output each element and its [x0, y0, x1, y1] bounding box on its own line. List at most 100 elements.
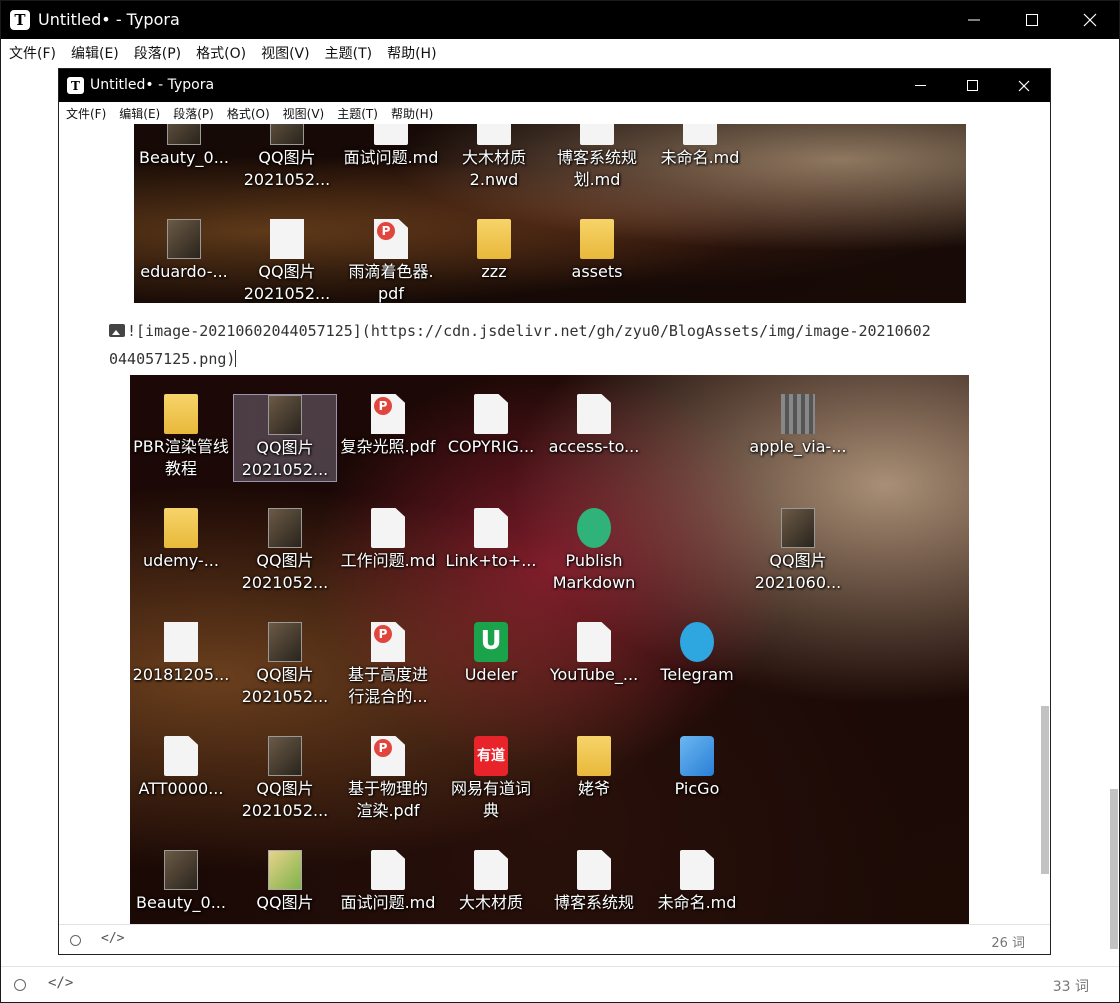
inner-maximize-button[interactable] [946, 69, 998, 102]
menu-edit[interactable]: 编辑(E) [71, 43, 119, 63]
file-icon [371, 508, 405, 548]
desktop-icon-label: zzz [481, 262, 507, 281]
word-count[interactable]: 33 词 [1053, 976, 1089, 996]
outer-menu-bar: 文件(F) 编辑(E) 段落(P) 格式(O) 视图(V) 主题(T) 帮助(H… [1, 39, 1119, 67]
close-button[interactable] [1061, 1, 1119, 39]
file-icon [577, 850, 611, 890]
source-mode-toggle[interactable]: </> [48, 975, 73, 991]
image-file-icon [781, 508, 815, 548]
maximize-button[interactable] [1003, 1, 1061, 39]
typora-app-icon: T [10, 10, 30, 30]
desktop-icon-label: PBR渲染管线 教程 [133, 437, 229, 478]
desktop-icon-label: 面试问题.md [343, 148, 439, 167]
menu-file[interactable]: 文件(F) [66, 105, 106, 122]
menu-theme[interactable]: 主题(T) [337, 105, 378, 122]
inner-title-bar[interactable]: T Untitled• - Typora [59, 69, 1050, 102]
menu-format[interactable]: 格式(O) [196, 43, 246, 63]
minimize-button[interactable] [945, 1, 1003, 39]
desktop-icon-label: COPYRIG... [447, 437, 535, 456]
desktop-icon: Telegram [645, 622, 749, 686]
inner-status-bar: </> 26 词 [59, 924, 1050, 954]
menu-view[interactable]: 视图(V) [283, 105, 325, 122]
menu-theme[interactable]: 主题(T) [325, 43, 372, 63]
desktop-icon-label: ATT0000... [138, 779, 224, 798]
image-markdown-source[interactable]: ![image-20210602044057125](https://cdn.j… [109, 317, 989, 373]
desktop-icon-label: 基于高度进 行混合的... [347, 665, 428, 706]
outer-title-bar[interactable]: T Untitled• - Typora [1, 1, 1119, 39]
desktop-icon: 面试问题.md [336, 850, 440, 914]
pdf-icon [374, 219, 408, 259]
desktop-icon: 雨滴着色器. pdf [339, 219, 443, 303]
inner-scrollbar[interactable] [1040, 124, 1050, 924]
outer-scrollbar[interactable] [1109, 67, 1119, 967]
desktop-icon: QQ图片 2021060... [746, 508, 850, 594]
outer-scrollbar-thumb[interactable] [1110, 789, 1118, 949]
image-file-icon [164, 850, 198, 890]
pdf-icon [371, 622, 405, 662]
desktop-icon: QQ图片 [233, 850, 337, 914]
picgo-icon [680, 736, 714, 776]
word-count[interactable]: 26 词 [991, 932, 1025, 951]
desktop-icon-label: assets [571, 262, 623, 281]
telegram-icon [680, 622, 714, 662]
file-icon [577, 622, 611, 662]
close-icon [1083, 13, 1097, 27]
desktop-icon: assets [545, 219, 649, 283]
desktop-icon-label: QQ图片 2021060... [754, 551, 842, 592]
inner-scrollbar-thumb[interactable] [1041, 706, 1049, 874]
image-file-icon [268, 850, 302, 890]
desktop-icon: 未命名.md [645, 850, 749, 914]
desktop-icon: 大木材质 2.nwd [442, 124, 546, 191]
desktop-icon: U Udeler [439, 622, 543, 686]
desktop-icon: PBR渲染管线 教程 [130, 394, 233, 480]
desktop-icon: QQ图片 2021052... [235, 124, 339, 191]
desktop-icon: 20181205... [130, 622, 233, 686]
minimize-icon [968, 19, 980, 21]
menu-help[interactable]: 帮助(H) [387, 43, 436, 63]
desktop-icon: 有道 网易有道词 典 [439, 736, 543, 822]
minimize-icon [914, 85, 926, 86]
desktop-icon: 博客系统规 划.md [545, 124, 649, 191]
inner-close-button[interactable] [998, 69, 1050, 102]
desktop-icon: 姥爷 [542, 736, 646, 800]
desktop-icon: QQ图片 2021052... [233, 736, 337, 822]
desktop-icon: access-to... [542, 394, 646, 458]
desktop-icon-label: apple_via-... [749, 437, 847, 456]
inner-window-title: Untitled• - Typora [90, 77, 215, 93]
menu-view[interactable]: 视图(V) [261, 43, 310, 63]
menu-paragraph[interactable]: 段落(P) [173, 105, 214, 122]
desktop-icon: COPYRIG... [439, 394, 543, 458]
inner-minimize-button[interactable] [894, 69, 946, 102]
desktop-icon-label: QQ图片 [256, 893, 314, 912]
folder-icon [164, 394, 198, 434]
desktop-icon-label: QQ图片 2021052... [241, 551, 329, 592]
desktop-icon: 复杂光照.pdf [336, 394, 440, 458]
desktop-icon-label: Publish Markdown [552, 551, 636, 592]
source-mode-toggle[interactable]: </> [101, 931, 124, 946]
desktop-icon: ATT0000... [130, 736, 233, 800]
file-icon [371, 850, 405, 890]
menu-format[interactable]: 格式(O) [227, 105, 270, 122]
file-icon [580, 124, 614, 145]
desktop-icon-label: PicGo [674, 779, 720, 798]
desktop-icon: zzz [442, 219, 546, 283]
image-file-icon [167, 219, 201, 259]
desktop-icon-label: 20181205... [132, 665, 230, 684]
menu-help[interactable]: 帮助(H) [391, 105, 433, 122]
desktop-icon-label: 未命名.md [657, 893, 737, 912]
image-file-icon [268, 736, 302, 776]
desktop-icon-label: Beauty_0... [139, 148, 229, 167]
embedded-desktop-image-top: Beauty_0... QQ图片 2021052... 面试问题.md 大木材质 2.… [134, 124, 966, 303]
source-text-line-1: ![image-20210602044057125](https://cdn.j… [127, 322, 931, 340]
menu-edit[interactable]: 编辑(E) [119, 105, 160, 122]
editor-area[interactable]: Beauty_0... QQ图片 2021052... 面试问题.md 大木材质 2.… [59, 124, 1041, 925]
desktop-icon: 面试问题.md [339, 124, 443, 169]
outer-window-title: Untitled• - Typora [38, 10, 180, 29]
desktop-icon: PicGo [645, 736, 749, 800]
menu-file[interactable]: 文件(F) [9, 43, 56, 63]
folder-icon [580, 219, 614, 259]
sidebar-toggle-icon[interactable] [14, 979, 26, 991]
menu-paragraph[interactable]: 段落(P) [134, 43, 181, 63]
sidebar-toggle-icon[interactable] [70, 935, 81, 946]
file-icon [164, 736, 198, 776]
